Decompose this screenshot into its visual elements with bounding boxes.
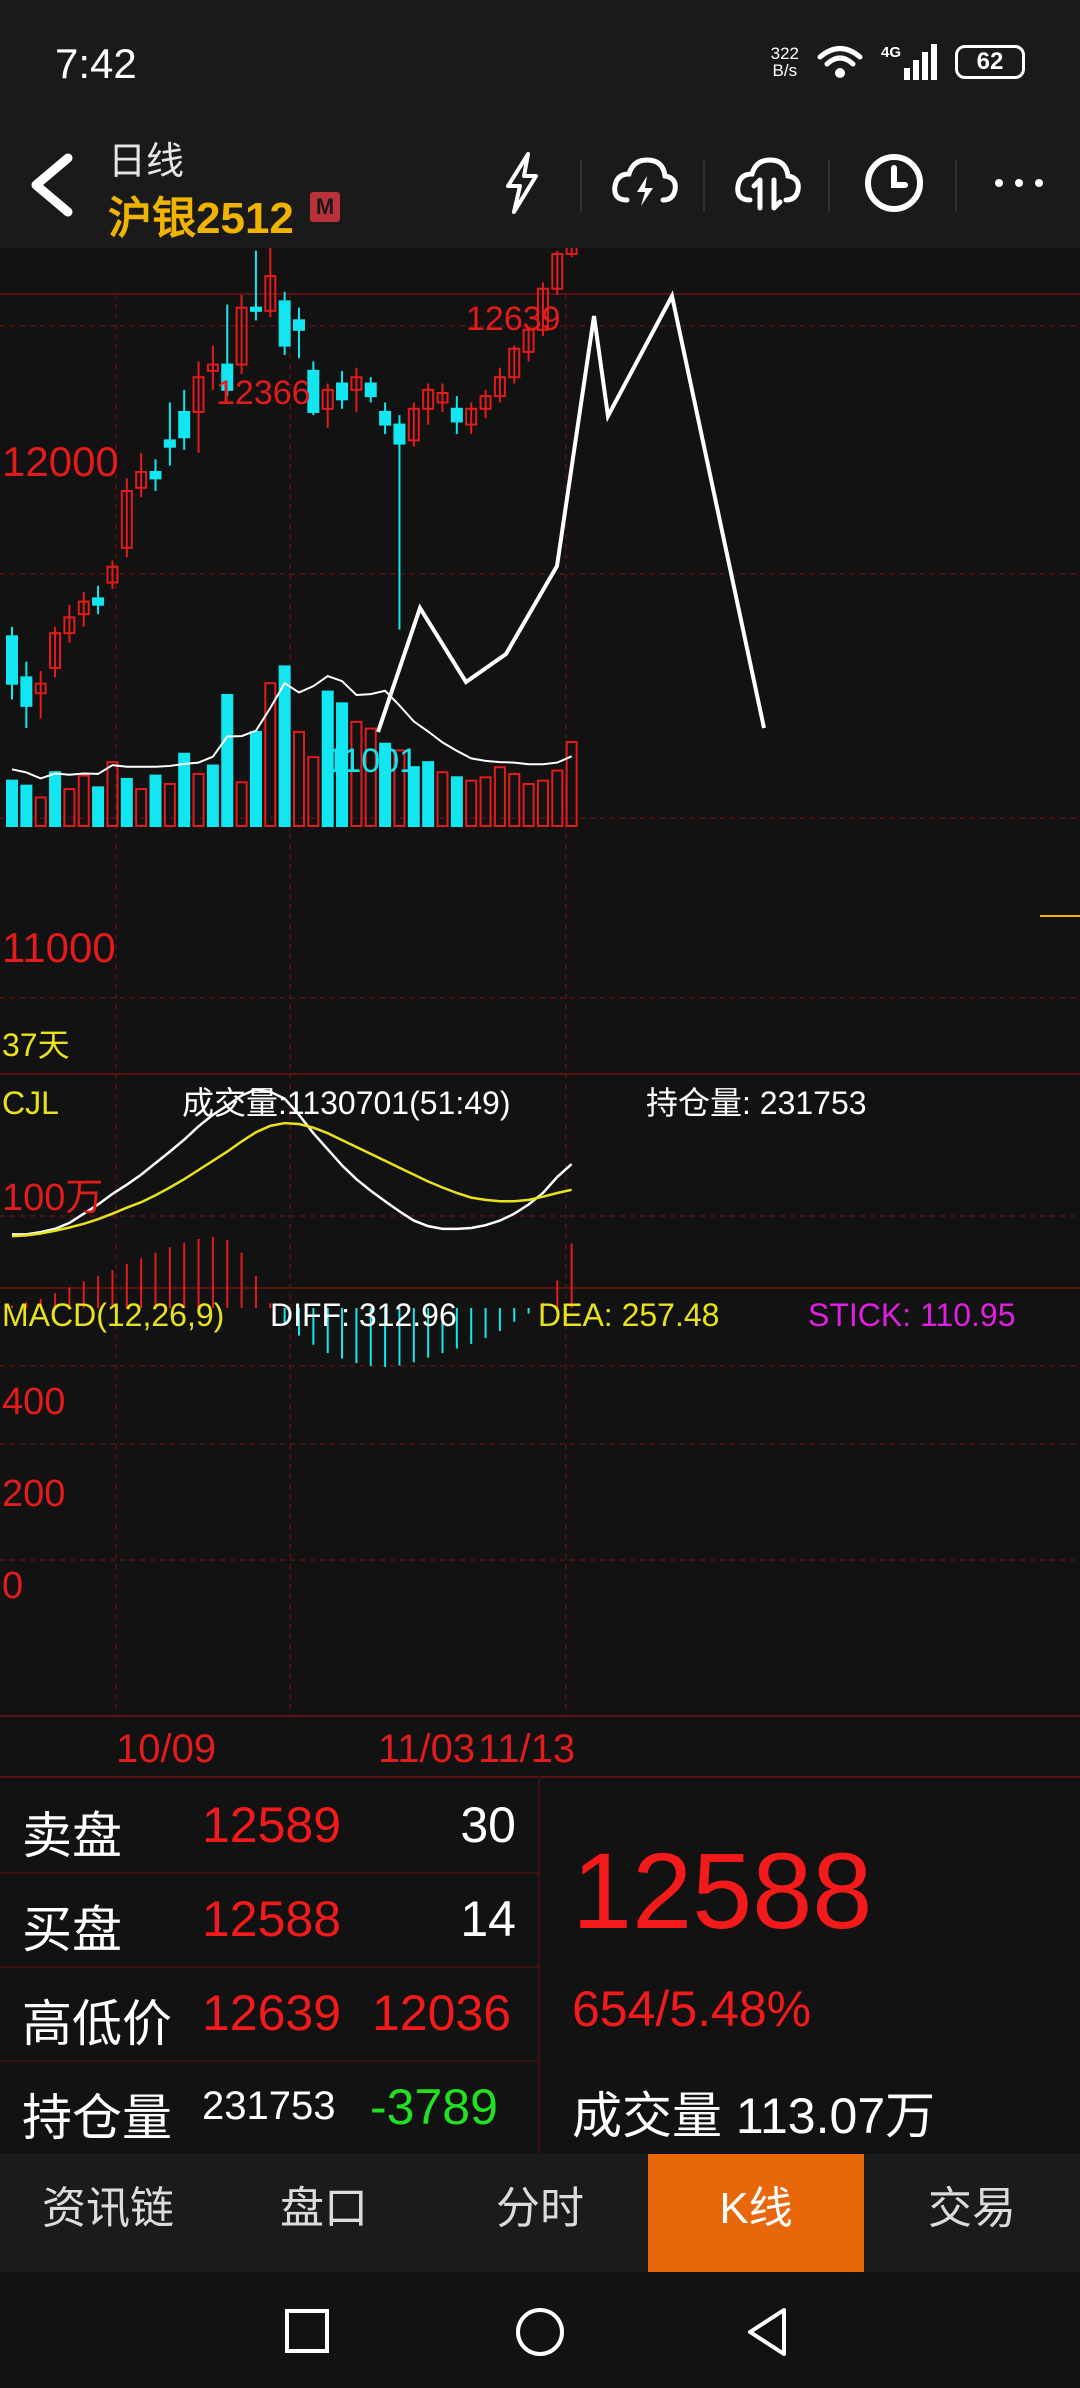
date-label-2: 11/03 bbox=[378, 1727, 475, 1771]
volume-summary: 成交量 113.07万 bbox=[572, 2076, 935, 2148]
volume-bar bbox=[221, 693, 234, 827]
bid-qty: 14 bbox=[460, 1891, 516, 1947]
tab-kline[interactable]: K线 bbox=[648, 2154, 864, 2272]
ask-qty: 30 bbox=[460, 1797, 516, 1853]
high-low-row: 高低价 12639 12036 bbox=[0, 1966, 538, 2062]
volume-bar bbox=[206, 764, 219, 828]
tab-trade[interactable]: 交易 bbox=[864, 2154, 1080, 2272]
main-contract-badge: M bbox=[310, 192, 340, 222]
low-price: 12036 bbox=[372, 1985, 512, 2041]
back-arrow-icon[interactable] bbox=[22, 150, 82, 220]
recent-apps-icon[interactable] bbox=[284, 2308, 330, 2354]
open-interest-change: -3789 bbox=[370, 2079, 498, 2135]
open-interest-label: 持仓量 bbox=[22, 2090, 172, 2146]
macd-diff-value: DIFF: 312.96 bbox=[270, 1297, 457, 1333]
high-price-label: 12639 bbox=[466, 300, 561, 338]
net-speed-unit: B/s bbox=[772, 61, 798, 80]
home-icon[interactable] bbox=[514, 2306, 566, 2358]
candle-body bbox=[393, 423, 406, 445]
volume-bar bbox=[422, 761, 435, 827]
macd-y-0: 0 bbox=[2, 1565, 23, 1607]
price-change: 654/5.48% bbox=[572, 1981, 812, 2037]
candle-body bbox=[364, 382, 377, 398]
bid-label: 买盘 bbox=[22, 1902, 122, 1958]
candle-body bbox=[293, 319, 305, 331]
kline-chart[interactable]: 12639 12366 11001 12000 11000 37天 CJL 成交… bbox=[0, 248, 1080, 1776]
status-time: 7:42 bbox=[55, 40, 137, 87]
date-label-3: 11/13 bbox=[478, 1727, 575, 1771]
volume-title: CJL bbox=[2, 1085, 59, 1121]
status-bar: 7:42 322 B/s 4G 62 bbox=[0, 0, 1080, 130]
tab-intraday[interactable]: 分时 bbox=[432, 2154, 648, 2272]
volume-bar bbox=[92, 786, 105, 827]
system-nav-bar bbox=[0, 2272, 1080, 2388]
macd-title: MACD(12,26,9) bbox=[2, 1297, 224, 1333]
symbol-title[interactable]: 沪银2512 bbox=[108, 182, 294, 246]
candle-body bbox=[163, 439, 176, 448]
low-price-label: 11001 bbox=[326, 742, 418, 780]
volume-bar bbox=[450, 776, 463, 828]
candle-body bbox=[20, 676, 33, 707]
volume-bar bbox=[20, 784, 33, 827]
days-label: 37天 bbox=[2, 1027, 70, 1063]
macd-stick-value: STICK: 110.95 bbox=[808, 1297, 1016, 1333]
candle-body bbox=[249, 306, 262, 312]
bottom-tabs: 资讯链 盘口 分时 K线 交易 bbox=[0, 2154, 1080, 2272]
peak-price-label: 12366 bbox=[216, 374, 311, 412]
clock-icon[interactable] bbox=[857, 146, 931, 220]
net-speed-value: 322 bbox=[770, 44, 799, 63]
y-axis-11000: 11000 bbox=[2, 924, 116, 971]
battery-level: 62 bbox=[976, 48, 1004, 75]
period-label: 日线 bbox=[108, 141, 185, 183]
ask-row[interactable]: 卖盘 12589 30 bbox=[0, 1778, 538, 1874]
back-nav-icon[interactable] bbox=[744, 2306, 790, 2358]
battery-icon: 62 bbox=[955, 45, 1025, 79]
candle-body bbox=[379, 410, 392, 426]
cloud-compare-icon[interactable] bbox=[730, 146, 804, 220]
tab-news-chain[interactable]: 资讯链 bbox=[0, 2154, 216, 2272]
wifi-icon bbox=[817, 46, 863, 78]
open-interest-total: 231753 bbox=[202, 2084, 336, 2128]
cloud-lightning-icon[interactable] bbox=[607, 146, 681, 220]
open-interest-value: 持仓量: 231753 bbox=[646, 1085, 867, 1121]
bid-row[interactable]: 买盘 12588 14 bbox=[0, 1872, 538, 1968]
candle-body bbox=[278, 300, 291, 347]
ask-label: 卖盘 bbox=[22, 1808, 122, 1864]
candle-body bbox=[149, 471, 162, 480]
volume-summary-label: 成交量 bbox=[572, 2088, 722, 2144]
volume-bar bbox=[6, 779, 18, 828]
quote-panel: 卖盘 12589 30 买盘 12588 14 高低价 12639 12036 … bbox=[0, 1776, 1080, 2154]
volume-bar bbox=[249, 730, 262, 828]
candle-body bbox=[336, 382, 349, 401]
macd-y-200: 200 bbox=[2, 1473, 65, 1515]
candle-body bbox=[178, 410, 191, 439]
volume-bar bbox=[49, 771, 62, 827]
volume-value: 成交量:1130701(51:49) bbox=[182, 1085, 511, 1121]
status-icons: 322 B/s 4G 62 bbox=[771, 42, 1025, 82]
macd-y-400: 400 bbox=[2, 1381, 65, 1423]
volume-bar bbox=[149, 774, 162, 827]
network-type: 4G bbox=[880, 44, 901, 61]
y-axis-12000: 12000 bbox=[2, 438, 119, 485]
more-icon[interactable] bbox=[982, 146, 1056, 220]
date-label-1: 10/09 bbox=[116, 1727, 216, 1771]
cellular-icon: 4G bbox=[881, 44, 937, 80]
candle-body bbox=[92, 597, 105, 606]
macd-dea-value: DEA: 257.48 bbox=[538, 1297, 719, 1333]
ask-price: 12589 bbox=[202, 1797, 342, 1853]
volume-bar bbox=[120, 777, 133, 828]
candle-body bbox=[450, 407, 463, 423]
candle-body bbox=[6, 635, 18, 685]
header-bar: 日线 沪银2512 M bbox=[0, 130, 1080, 248]
volume-scale-label: 100万 bbox=[2, 1177, 103, 1219]
last-price: 12588 bbox=[572, 1830, 873, 1951]
high-price: 12639 bbox=[202, 1985, 342, 2041]
high-low-label: 高低价 bbox=[22, 1996, 172, 2052]
volume-summary-value: 113.07万 bbox=[735, 2088, 936, 2144]
bid-price: 12588 bbox=[202, 1891, 342, 1947]
net-speed: 322 B/s bbox=[771, 45, 799, 79]
open-interest-row: 持仓量 231753 -3789 bbox=[0, 2060, 538, 2154]
lightning-icon[interactable] bbox=[484, 146, 558, 220]
tab-order-book[interactable]: 盘口 bbox=[216, 2154, 432, 2272]
